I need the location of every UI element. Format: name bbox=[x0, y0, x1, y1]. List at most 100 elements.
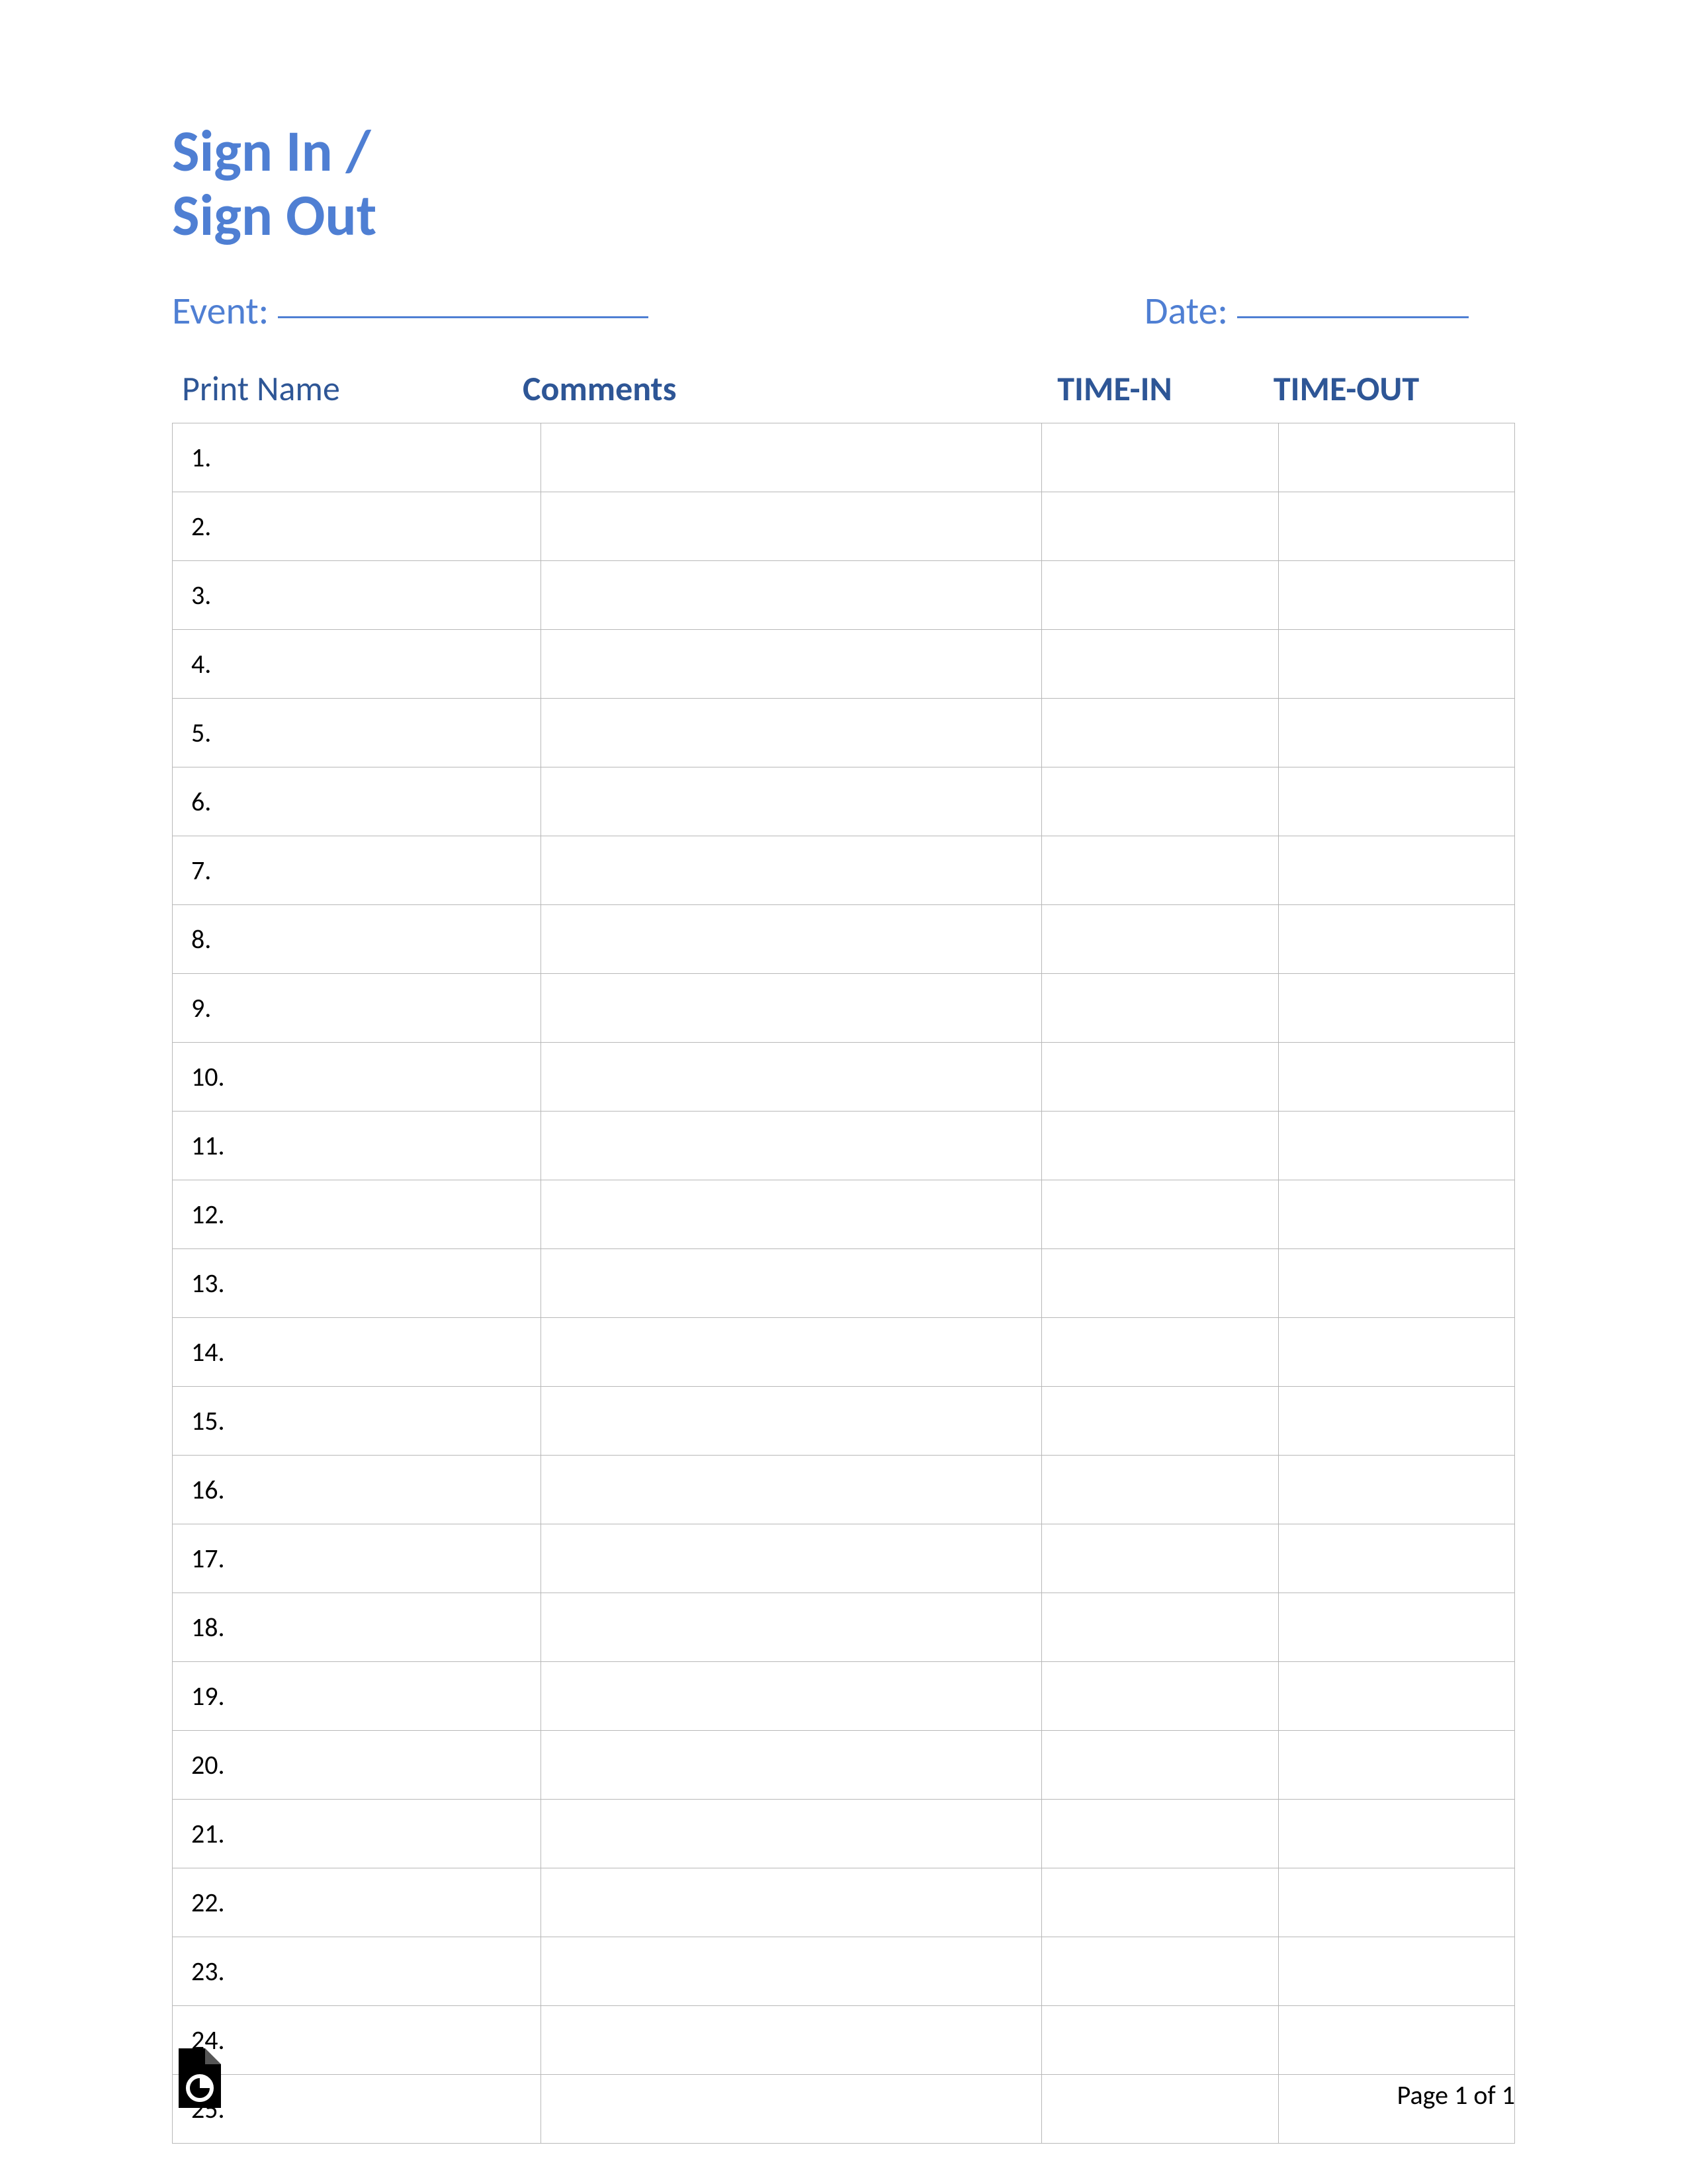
table-row: 3. bbox=[173, 560, 1515, 629]
time-in-cell[interactable] bbox=[1042, 767, 1278, 836]
time-out-cell[interactable] bbox=[1278, 560, 1514, 629]
time-out-cell[interactable] bbox=[1278, 973, 1514, 1042]
time-in-cell[interactable] bbox=[1042, 836, 1278, 904]
time-in-cell[interactable] bbox=[1042, 1317, 1278, 1386]
comments-cell[interactable] bbox=[541, 1180, 1042, 1248]
time-out-cell[interactable] bbox=[1278, 1937, 1514, 2005]
time-in-cell[interactable] bbox=[1042, 904, 1278, 973]
row-number-cell[interactable]: 4. bbox=[173, 629, 541, 698]
comments-cell[interactable] bbox=[541, 1730, 1042, 1799]
comments-cell[interactable] bbox=[541, 1937, 1042, 2005]
row-number-cell[interactable]: 21. bbox=[173, 1799, 541, 1868]
comments-cell[interactable] bbox=[541, 423, 1042, 492]
row-number-cell[interactable]: 14. bbox=[173, 1317, 541, 1386]
time-out-cell[interactable] bbox=[1278, 1593, 1514, 1661]
row-number-cell[interactable]: 7. bbox=[173, 836, 541, 904]
table-row: 9. bbox=[173, 973, 1515, 1042]
comments-cell[interactable] bbox=[541, 1386, 1042, 1455]
row-number-cell[interactable]: 3. bbox=[173, 560, 541, 629]
time-in-cell[interactable] bbox=[1042, 1248, 1278, 1317]
time-out-cell[interactable] bbox=[1278, 1317, 1514, 1386]
time-out-cell[interactable] bbox=[1278, 1042, 1514, 1111]
row-number-cell[interactable]: 15. bbox=[173, 1386, 541, 1455]
time-out-cell[interactable] bbox=[1278, 1524, 1514, 1593]
time-out-cell[interactable] bbox=[1278, 1386, 1514, 1455]
time-in-cell[interactable] bbox=[1042, 1593, 1278, 1661]
row-number-cell[interactable]: 6. bbox=[173, 767, 541, 836]
time-in-cell[interactable] bbox=[1042, 1180, 1278, 1248]
comments-cell[interactable] bbox=[541, 1317, 1042, 1386]
row-number-cell[interactable]: 16. bbox=[173, 1455, 541, 1524]
time-in-cell[interactable] bbox=[1042, 1661, 1278, 1730]
event-field: Event: bbox=[172, 287, 648, 334]
time-in-cell[interactable] bbox=[1042, 1455, 1278, 1524]
comments-cell[interactable] bbox=[541, 973, 1042, 1042]
time-in-cell[interactable] bbox=[1042, 1937, 1278, 2005]
comments-cell[interactable] bbox=[541, 1042, 1042, 1111]
comments-cell[interactable] bbox=[541, 1111, 1042, 1180]
comments-cell[interactable] bbox=[541, 1455, 1042, 1524]
row-number-cell[interactable]: 20. bbox=[173, 1730, 541, 1799]
time-in-cell[interactable] bbox=[1042, 423, 1278, 492]
comments-cell[interactable] bbox=[541, 698, 1042, 767]
time-out-cell[interactable] bbox=[1278, 767, 1514, 836]
comments-cell[interactable] bbox=[541, 1524, 1042, 1593]
time-out-cell[interactable] bbox=[1278, 629, 1514, 698]
comments-cell[interactable] bbox=[541, 836, 1042, 904]
time-out-cell[interactable] bbox=[1278, 1868, 1514, 1937]
comments-cell[interactable] bbox=[541, 904, 1042, 973]
date-blank-line[interactable] bbox=[1237, 316, 1469, 318]
time-out-cell[interactable] bbox=[1278, 904, 1514, 973]
row-number-cell[interactable]: 23. bbox=[173, 1937, 541, 2005]
row-number-cell[interactable]: 18. bbox=[173, 1593, 541, 1661]
time-in-cell[interactable] bbox=[1042, 1730, 1278, 1799]
time-out-cell[interactable] bbox=[1278, 1730, 1514, 1799]
time-out-cell[interactable] bbox=[1278, 492, 1514, 560]
row-number-cell[interactable]: 5. bbox=[173, 698, 541, 767]
time-out-cell[interactable] bbox=[1278, 1180, 1514, 1248]
row-number-cell[interactable]: 12. bbox=[173, 1180, 541, 1248]
comments-cell[interactable] bbox=[541, 629, 1042, 698]
row-number-cell[interactable]: 17. bbox=[173, 1524, 541, 1593]
comments-cell[interactable] bbox=[541, 1661, 1042, 1730]
comments-cell[interactable] bbox=[541, 492, 1042, 560]
time-out-cell[interactable] bbox=[1278, 1455, 1514, 1524]
comments-cell[interactable] bbox=[541, 1593, 1042, 1661]
time-in-cell[interactable] bbox=[1042, 1524, 1278, 1593]
comments-cell[interactable] bbox=[541, 1868, 1042, 1937]
comments-cell[interactable] bbox=[541, 767, 1042, 836]
time-in-cell[interactable] bbox=[1042, 973, 1278, 1042]
time-in-cell[interactable] bbox=[1042, 492, 1278, 560]
time-in-cell[interactable] bbox=[1042, 629, 1278, 698]
time-in-cell[interactable] bbox=[1042, 560, 1278, 629]
time-out-cell[interactable] bbox=[1278, 423, 1514, 492]
time-in-cell[interactable] bbox=[1042, 1111, 1278, 1180]
time-in-cell[interactable] bbox=[1042, 1799, 1278, 1868]
time-out-cell[interactable] bbox=[1278, 1248, 1514, 1317]
time-in-cell[interactable] bbox=[1042, 1042, 1278, 1111]
row-number-cell[interactable]: 10. bbox=[173, 1042, 541, 1111]
row-number-cell[interactable]: 13. bbox=[173, 1248, 541, 1317]
row-number-cell[interactable]: 1. bbox=[173, 423, 541, 492]
page-title: Sign In / Sign Out bbox=[172, 119, 1515, 247]
time-out-cell[interactable] bbox=[1278, 1111, 1514, 1180]
time-in-cell[interactable] bbox=[1042, 1386, 1278, 1455]
comments-cell[interactable] bbox=[541, 1248, 1042, 1317]
table-row: 11. bbox=[173, 1111, 1515, 1180]
row-number-cell[interactable]: 8. bbox=[173, 904, 541, 973]
time-out-cell[interactable] bbox=[1278, 698, 1514, 767]
row-number-cell[interactable]: 2. bbox=[173, 492, 541, 560]
row-number-cell[interactable]: 9. bbox=[173, 973, 541, 1042]
comments-cell[interactable] bbox=[541, 560, 1042, 629]
time-in-cell[interactable] bbox=[1042, 1868, 1278, 1937]
time-out-cell[interactable] bbox=[1278, 836, 1514, 904]
time-in-cell[interactable] bbox=[1042, 698, 1278, 767]
table-row: 10. bbox=[173, 1042, 1515, 1111]
time-out-cell[interactable] bbox=[1278, 1661, 1514, 1730]
comments-cell[interactable] bbox=[541, 1799, 1042, 1868]
time-out-cell[interactable] bbox=[1278, 1799, 1514, 1868]
row-number-cell[interactable]: 22. bbox=[173, 1868, 541, 1937]
row-number-cell[interactable]: 19. bbox=[173, 1661, 541, 1730]
row-number-cell[interactable]: 11. bbox=[173, 1111, 541, 1180]
event-blank-line[interactable] bbox=[278, 316, 648, 318]
